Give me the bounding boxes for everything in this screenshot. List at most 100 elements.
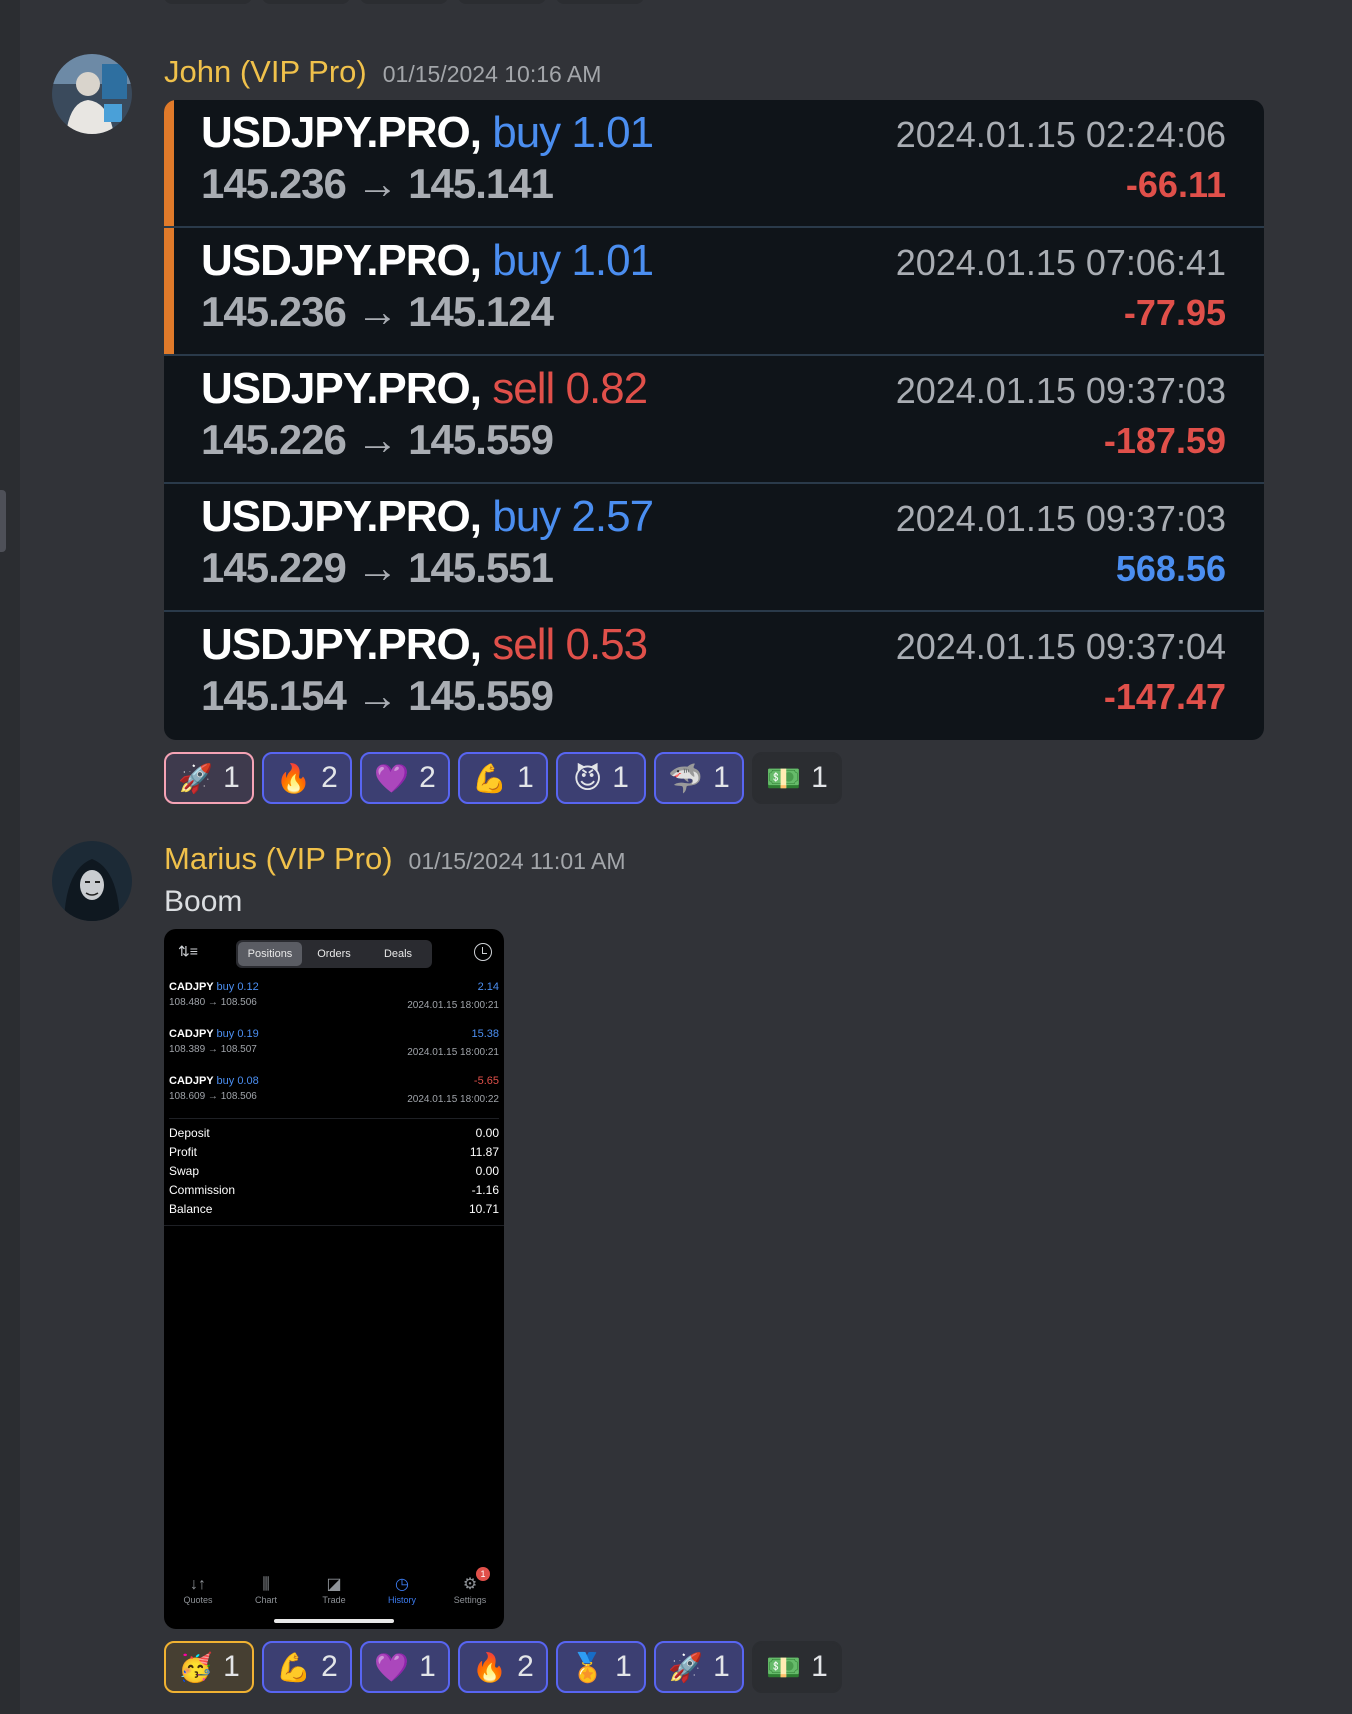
trade-close: 145.551 <box>408 544 554 591</box>
tab-positions: Positions <box>238 942 302 966</box>
home-indicator <box>274 1619 394 1623</box>
summary-value: 0.00 <box>475 1164 499 1178</box>
reaction-count: 2 <box>419 761 436 794</box>
reaction-count: 1 <box>615 1650 632 1683</box>
reaction-fire[interactable]: 🔥 2 <box>262 752 352 804</box>
username[interactable]: Marius (VIP Pro) <box>164 841 393 877</box>
username[interactable]: John (VIP Pro) <box>164 54 367 90</box>
nav-trade: ◪ Trade <box>304 1575 364 1605</box>
reaction-count: 2 <box>321 1650 338 1683</box>
trade-volume: 1.01 <box>571 108 654 157</box>
phone-screenshot[interactable]: ⇅≡ Positions Orders Deals CADJPY buy 0.1… <box>164 929 504 1629</box>
arrow-icon: → <box>356 672 399 719</box>
trade-open: 145.236 <box>201 288 347 335</box>
position-volume: 0.12 <box>237 981 259 993</box>
position-volume: 0.08 <box>237 1075 259 1087</box>
summary-label: Commission <box>169 1183 236 1197</box>
trade-date: 2024.01.15 09:37:04 <box>895 626 1226 667</box>
reaction-fire[interactable]: 🔥 2 <box>458 1641 548 1693</box>
reaction-rocket[interactable]: 🚀 1 <box>164 752 254 804</box>
reaction-count: 1 <box>713 761 730 794</box>
position-close: 108.506 <box>220 997 257 1008</box>
smiling-imp-icon: 😈 <box>573 761 603 795</box>
chart-icon: ⫼ <box>262 1576 270 1593</box>
trade-row: USDJPY.PRO, sell 0.82 145.226 → 145.559 … <box>164 356 1264 484</box>
divider <box>164 1225 504 1226</box>
reaction-dollar[interactable]: 💵 1 <box>752 752 842 804</box>
reaction-medal[interactable]: 🏅 1 <box>556 1641 646 1693</box>
position-open: 108.609 <box>169 1091 206 1102</box>
reactions-bar: 🥳 1 💪 2 💜 1 🔥 2 🏅 1 🚀 1 💵 1 <box>164 1641 842 1693</box>
summary-value: 10.71 <box>468 1202 499 1216</box>
arrow-icon: → <box>356 416 399 463</box>
reaction-purple-heart[interactable]: 💜 1 <box>360 1641 450 1693</box>
medal-icon: 🏅 <box>570 1650 606 1684</box>
muscle-icon: 💪 <box>276 1650 312 1684</box>
trade-open: 145.229 <box>201 544 347 591</box>
reaction-count: 1 <box>612 761 629 794</box>
position-row: CADJPY buy 0.19 108.389 → 108.507 15.38 … <box>169 1028 499 1058</box>
trade-row: USDJPY.PRO, sell 0.53 145.154 → 145.559 … <box>164 612 1264 740</box>
trade-date: 2024.01.15 09:37:03 <box>895 498 1226 539</box>
position-symbol: CADJPY <box>169 1028 214 1040</box>
reaction-smiling-imp[interactable]: 😈 1 <box>556 752 646 804</box>
dollar-icon: 💵 <box>766 761 802 795</box>
avatar[interactable] <box>52 841 132 921</box>
trade-date: 2024.01.15 02:24:06 <box>895 114 1226 155</box>
trade-profit: 568.56 <box>1115 548 1226 589</box>
trade-symbol: USDJPY.PRO, <box>201 236 482 285</box>
trade-volume: 0.82 <box>565 364 648 413</box>
trade-close: 145.559 <box>408 672 554 719</box>
tab-deals: Deals <box>383 948 413 960</box>
position-side: buy <box>216 981 235 993</box>
history-icon: ◷ <box>395 1576 409 1593</box>
reaction-count: 1 <box>419 1650 436 1683</box>
reaction-stub[interactable] <box>458 0 546 4</box>
reaction-stub[interactable] <box>360 0 448 4</box>
trade-open: 145.236 <box>201 160 347 207</box>
reaction-muscle[interactable]: 💪 1 <box>458 752 548 804</box>
reaction-purple-heart[interactable]: 💜 2 <box>360 752 450 804</box>
reaction-rocket[interactable]: 🚀 1 <box>654 1641 744 1693</box>
trade-open: 145.154 <box>201 672 347 719</box>
avatar[interactable] <box>52 54 132 134</box>
position-volume: 0.19 <box>237 1028 259 1040</box>
trade-close: 145.124 <box>408 288 554 335</box>
reaction-shark[interactable]: 🦈 1 <box>654 752 744 804</box>
message-text: Boom <box>164 885 243 918</box>
reaction-stub[interactable] <box>556 0 644 4</box>
reaction-partying-face[interactable]: 🥳 1 <box>164 1641 254 1693</box>
reaction-muscle[interactable]: 💪 2 <box>262 1641 352 1693</box>
summary-label: Swap <box>169 1164 200 1178</box>
trade-icon: ◪ <box>326 1576 342 1593</box>
trade-history-image[interactable]: USDJPY.PRO, buy 1.01 145.236 → 145.141 2… <box>164 100 1264 740</box>
fire-icon: 🔥 <box>472 1650 508 1684</box>
trade-open: 145.226 <box>201 416 347 463</box>
trade-close: 145.141 <box>408 160 554 207</box>
account-summary: Deposit 0.00 Profit 11.87 Swap 0.00 Commiss… <box>164 1119 504 1221</box>
partying-face-icon: 🥳 <box>178 1650 214 1684</box>
shark-icon: 🦈 <box>668 761 704 795</box>
reaction-stub[interactable] <box>262 0 350 4</box>
arrow-icon: → <box>356 544 399 591</box>
nav-label: Chart <box>254 1595 277 1605</box>
nav-quotes: ↓↑ Quotes <box>168 1575 228 1605</box>
trade-date: 2024.01.15 09:37:03 <box>895 370 1226 411</box>
reaction-dollar[interactable]: 💵 1 <box>752 1641 842 1693</box>
left-rail <box>0 0 20 1714</box>
summary-value: -1.16 <box>471 1183 499 1197</box>
trade-volume: 2.57 <box>571 492 654 541</box>
trade-profit: -66.11 <box>1125 164 1226 205</box>
reaction-stub[interactable] <box>164 0 252 4</box>
position-profit: 2.14 <box>477 981 499 993</box>
position-row: CADJPY buy 0.08 108.609 → 108.506 -5.65 … <box>169 1075 499 1105</box>
timestamp: 01/15/2024 11:01 AM <box>408 848 626 874</box>
trade-volume: 0.53 <box>565 620 648 669</box>
trade-row: USDJPY.PRO, buy 1.01 145.236 → 145.141 2… <box>164 100 1264 228</box>
rocket-icon: 🚀 <box>178 761 214 795</box>
nav-label: Quotes <box>183 1595 213 1605</box>
position-close: 108.507 <box>220 1044 257 1055</box>
trade-date: 2024.01.15 07:06:41 <box>895 242 1226 283</box>
position-date: 2024.01.15 18:00:22 <box>407 1094 499 1105</box>
position-row: CADJPY buy 0.12 108.480 → 108.506 2.14 2… <box>169 981 499 1011</box>
